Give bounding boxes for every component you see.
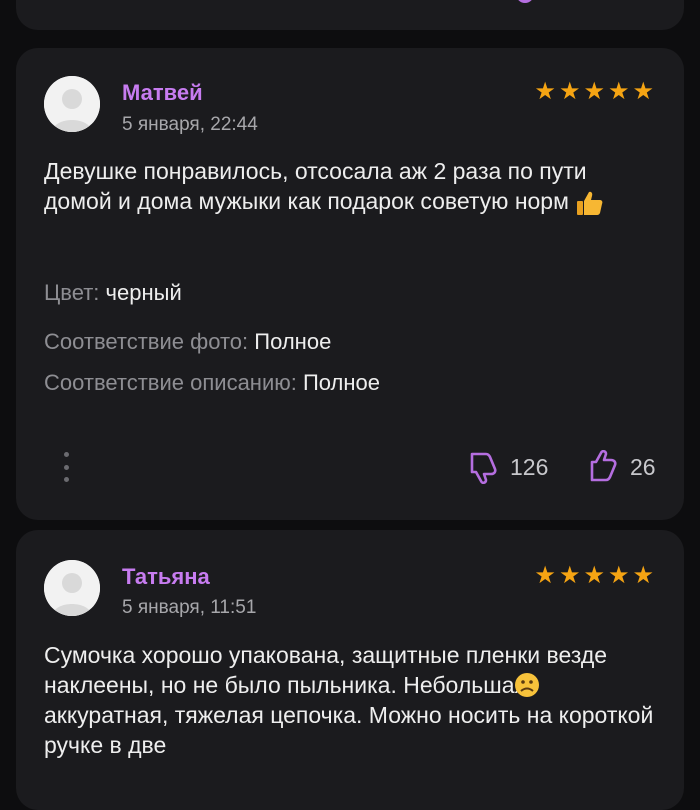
star-icon: ★ bbox=[558, 562, 581, 589]
review-text-content: Девушке понравилось, отсосала аж 2 раза … bbox=[44, 158, 587, 214]
review-date: 5 января, 11:51 bbox=[122, 597, 257, 618]
dislike-button[interactable]: 126 bbox=[468, 450, 548, 484]
more-vertical-icon[interactable] bbox=[64, 452, 70, 482]
star-icon: ★ bbox=[583, 78, 605, 105]
thumb-up-icon bbox=[590, 450, 617, 482]
avatar-placeholder-icon bbox=[44, 76, 100, 132]
attribute-photo-match: Соответствие фото: Полное bbox=[44, 329, 331, 355]
star-icon: ★ bbox=[534, 562, 556, 589]
rating-stars: ★ ★ ★ ★ ★ bbox=[534, 80, 654, 104]
attribute-description-match: Соответствие описанию: Полное bbox=[44, 370, 380, 396]
thumb-down-icon bbox=[470, 452, 497, 484]
attribute-value: Полное bbox=[254, 329, 332, 354]
attribute-label: Соответствие фото: bbox=[44, 329, 249, 354]
attribute-value: Полное bbox=[302, 370, 381, 395]
review-text: Сумочка хорошо упакована, защитные пленк… bbox=[44, 640, 654, 760]
attribute-color: Цвет: черный bbox=[44, 280, 182, 306]
star-icon: ★ bbox=[558, 78, 581, 105]
star-icon: ★ bbox=[632, 78, 654, 105]
like-button[interactable]: 26 bbox=[588, 450, 656, 484]
review-text: Девушке понравилось, отсосала аж 2 раза … bbox=[44, 156, 654, 216]
sad-face-emoji-icon bbox=[515, 673, 539, 697]
attribute-label: Соответствие описанию: bbox=[44, 370, 297, 395]
avatar-placeholder-icon bbox=[44, 560, 100, 616]
attribute-label: Цвет: bbox=[44, 280, 100, 305]
star-icon: ★ bbox=[632, 562, 654, 589]
review-author[interactable]: Татьяна bbox=[122, 564, 210, 590]
star-icon: ★ bbox=[534, 78, 556, 105]
star-icon: ★ bbox=[607, 78, 630, 105]
previous-review-icon bbox=[516, 0, 534, 3]
rating-stars: ★ ★ ★ ★ ★ bbox=[534, 564, 654, 588]
thumbs-up-emoji-icon bbox=[577, 191, 603, 215]
review-date: 5 января, 22:44 bbox=[122, 114, 258, 135]
review-card: Татьяна 5 января, 11:51 ★ ★ ★ ★ ★ Сумочк… bbox=[16, 530, 684, 810]
review-author[interactable]: Матвей bbox=[122, 80, 203, 106]
previous-review-card bbox=[16, 0, 684, 30]
like-count: 26 bbox=[630, 453, 656, 480]
star-icon: ★ bbox=[583, 562, 605, 589]
avatar[interactable] bbox=[44, 76, 100, 132]
review-text-content: Сумочка хорошо упакована, защитные пленк… bbox=[44, 642, 654, 758]
review-card: Матвей 5 января, 22:44 ★ ★ ★ ★ ★ Девушке… bbox=[16, 48, 684, 520]
dislike-count: 126 bbox=[510, 453, 549, 480]
attribute-value: черный bbox=[105, 280, 182, 305]
star-icon: ★ bbox=[607, 562, 630, 589]
avatar[interactable] bbox=[44, 560, 100, 616]
